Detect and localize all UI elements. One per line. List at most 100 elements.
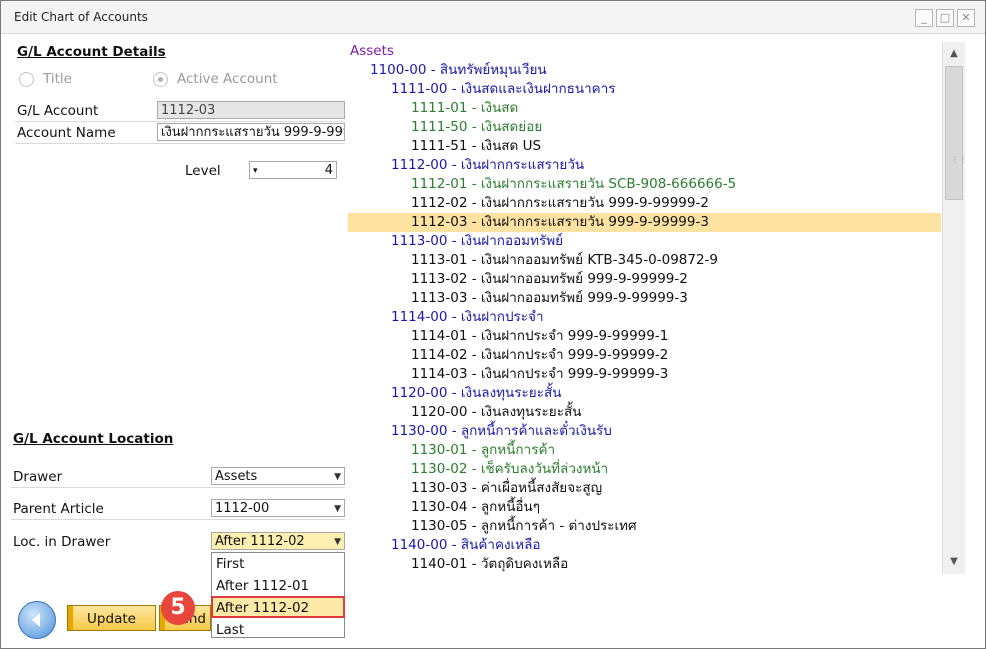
chevron-down-icon[interactable]: ▼	[334, 468, 341, 484]
tree-item-label: 1113-03 - เงินฝากออมทรัพย์ 999-9-99999-3	[411, 290, 688, 306]
tree-row[interactable]: 1140-01 - วัตถุดิบคงเหลือ	[348, 555, 941, 574]
tree-row[interactable]: 1120-00 - เงินลงทุนระยะสั้น	[348, 403, 941, 422]
active-account-radio[interactable]	[153, 72, 168, 87]
close-button[interactable]: ✕	[957, 9, 975, 27]
update-button-label: Update	[87, 611, 136, 627]
tree-row[interactable]: 1111-51 - เงินสด US	[348, 137, 941, 156]
back-arrow-glyph	[32, 613, 40, 627]
tree-row-selected[interactable]: 1112-03 - เงินฝากกระแสรายวัน 999-9-99999…	[348, 213, 941, 232]
maximize-button[interactable]: □	[936, 9, 954, 27]
chevron-down-icon[interactable]: ▼	[334, 500, 341, 516]
gl-account-field[interactable]: 1112-03	[157, 101, 345, 119]
drawer-label: Drawer	[13, 469, 63, 485]
drawer-value: Assets	[215, 469, 258, 484]
tree-row[interactable]: 1112-00 - เงินฝากกระแสรายวัน	[348, 156, 941, 175]
divider	[15, 121, 345, 122]
tree-item-label: 1130-04 - ลูกหนี้อื่นๆ	[411, 499, 541, 515]
tree-item-label: 1114-02 - เงินฝากประจำ 999-9-99999-2	[411, 347, 669, 363]
tree-item-label: 1140-01 - วัตถุดิบคงเหลือ	[411, 556, 569, 572]
loc-in-drawer-value: After 1112-02	[215, 534, 305, 549]
update-button[interactable]: Update	[67, 605, 156, 631]
tree-item-label: 1130-05 - ลูกหนี้การค้า - ต่างประเทศ	[411, 518, 637, 534]
tree-item-label: 1111-00 - เงินสดและเงินฝากธนาคาร	[391, 81, 616, 97]
divider	[11, 519, 345, 520]
account-name-field[interactable]: เงินฝากกระแสรายวัน 999-9-999	[157, 123, 345, 141]
tree-row[interactable]: Assets	[348, 42, 941, 61]
tree-row[interactable]: 1140-00 - สินค้าคงเหลือ	[348, 536, 941, 555]
tree-row[interactable]: 1130-01 - ลูกหนี้การค้า	[348, 441, 941, 460]
tree-row[interactable]: 1113-03 - เงินฝากออมทรัพย์ 999-9-99999-3	[348, 289, 941, 308]
tree-row[interactable]: 1113-01 - เงินฝากออมทรัพย์ KTB-345-0-098…	[348, 251, 941, 270]
tree-item-label: 1114-01 - เงินฝากประจำ 999-9-99999-1	[411, 328, 669, 344]
gl-account-label: G/L Account	[17, 103, 99, 119]
tree-row[interactable]: 1113-00 - เงินฝากออมทรัพย์	[348, 232, 941, 251]
parent-article-value: 1112-00	[215, 501, 270, 516]
scroll-down-icon[interactable]: ▼	[944, 552, 964, 572]
tree-item-label: 1114-00 - เงินฝากประจำ	[391, 309, 544, 325]
tree-row[interactable]: 1113-02 - เงินฝากออมทรัพย์ 999-9-99999-2	[348, 270, 941, 289]
tree-row[interactable]: 1112-02 - เงินฝากกระแสรายวัน 999-9-99999…	[348, 194, 941, 213]
dropdown-option[interactable]: Last	[216, 622, 244, 638]
location-heading: G/L Account Location	[13, 431, 174, 447]
tree-row[interactable]: 1130-05 - ลูกหนี้การค้า - ต่างประเทศ	[348, 517, 941, 536]
level-field[interactable]: ▾ 4	[249, 161, 337, 179]
dropdown-option[interactable]: First	[216, 556, 244, 572]
tree-item-label: 1130-01 - ลูกหนี้การค้า	[411, 442, 556, 458]
tree-item-label: Assets	[350, 43, 394, 59]
tree-row[interactable]: 1112-01 - เงินฝากกระแสรายวัน SCB-908-666…	[348, 175, 941, 194]
tree-item-label: 1120-00 - เงินลงทุนระยะสั้น	[391, 385, 562, 401]
loc-in-drawer-label: Loc. in Drawer	[13, 534, 111, 550]
tree-item-label: 1113-01 - เงินฝากออมทรัพย์ KTB-345-0-098…	[411, 252, 719, 268]
tree-row[interactable]: 1111-00 - เงินสดและเงินฝากธนาคาร	[348, 80, 941, 99]
scroll-up-icon[interactable]: ▲	[944, 44, 964, 64]
level-dropdown-icon[interactable]: ▾	[253, 162, 258, 178]
parent-article-select[interactable]: 1112-00 ▼	[211, 499, 345, 517]
title-bar: Edit Chart of Accounts _ □ ✕	[1, 1, 985, 34]
tree-row[interactable]: 1100-00 - สินทรัพย์หมุนเวียน	[348, 61, 941, 80]
tree-row[interactable]: 1114-02 - เงินฝากประจำ 999-9-99999-2	[348, 346, 941, 365]
tree-row[interactable]: 1130-03 - ค่าเผื่อหนี้สงสัยจะสูญ	[348, 479, 941, 498]
title-radio[interactable]	[19, 72, 34, 87]
drawer-select[interactable]: Assets ▼	[211, 467, 345, 485]
level-value: 4	[324, 163, 333, 178]
chevron-down-icon[interactable]: ▼	[334, 533, 341, 549]
active-account-radio-label: Active Account	[177, 71, 278, 87]
tree-row[interactable]: 1130-04 - ลูกหนี้อื่นๆ	[348, 498, 941, 517]
chart-of-accounts-tree[interactable]: Assets 1100-00 - สินทรัพย์หมุนเวียน 1111-0…	[348, 42, 941, 574]
level-label: Level	[185, 163, 221, 179]
tree-row[interactable]: 1120-00 - เงินลงทุนระยะสั้น	[348, 384, 941, 403]
radio-selected-dot	[158, 77, 163, 82]
button-accent	[68, 606, 73, 630]
tree-item-label: 1114-03 - เงินฝากประจำ 999-9-99999-3	[411, 366, 669, 382]
tree-row[interactable]: 1114-00 - เงินฝากประจำ	[348, 308, 941, 327]
loc-in-drawer-dropdown: First After 1112-01 After 1112-02 Last	[211, 552, 345, 638]
scroll-thumb[interactable]: ⋮⋮	[945, 66, 967, 200]
tree-item-label: 1113-00 - เงินฝากออมทรัพย์	[391, 233, 564, 249]
tree-item-label: 1111-50 - เงินสดย่อย	[411, 119, 543, 135]
tree-item-label: 1112-00 - เงินฝากกระแสรายวัน	[391, 157, 585, 173]
tree-row[interactable]: 1130-00 - ลูกหนี้การค้าและตั๋วเงินรับ	[348, 422, 941, 441]
dropdown-option-selected[interactable]: After 1112-02	[216, 600, 309, 616]
account-name-label: Account Name	[17, 125, 116, 141]
tree-item-label: 1130-00 - ลูกหนี้การค้าและตั๋วเงินรับ	[391, 423, 612, 439]
loc-in-drawer-select[interactable]: After 1112-02 ▼	[211, 532, 345, 550]
dropdown-option[interactable]: After 1112-01	[216, 578, 309, 594]
tree-row[interactable]: 1111-50 - เงินสดย่อย	[348, 118, 941, 137]
tree-row[interactable]: 1114-03 - เงินฝากประจำ 999-9-99999-3	[348, 365, 941, 384]
parent-article-label: Parent Article	[13, 501, 104, 517]
tree-item-label: 1112-02 - เงินฝากกระแสรายวัน 999-9-99999…	[411, 195, 709, 211]
tree-item-label: 1113-02 - เงินฝากออมทรัพย์ 999-9-99999-2	[411, 271, 688, 287]
details-heading: G/L Account Details	[17, 44, 166, 60]
tree-scrollbar[interactable]: ▲ ⋮⋮ ▼	[942, 42, 967, 574]
minimize-button[interactable]: _	[915, 9, 933, 27]
window-title: Edit Chart of Accounts	[14, 10, 148, 24]
tree-item-label: 1130-03 - ค่าเผื่อหนี้สงสัยจะสูญ	[411, 480, 603, 496]
back-arrow-icon[interactable]	[18, 601, 56, 639]
tree-item-label: 1140-00 - สินค้าคงเหลือ	[391, 537, 541, 553]
tree-row[interactable]: 1114-01 - เงินฝากประจำ 999-9-99999-1	[348, 327, 941, 346]
tree-row[interactable]: 1130-02 - เช็ครับลงวันที่ล่วงหน้า	[348, 460, 941, 479]
divider	[15, 143, 345, 144]
tree-item-label: 1112-01 - เงินฝากกระแสรายวัน SCB-908-666…	[411, 176, 737, 192]
tree-row[interactable]: 1111-01 - เงินสด	[348, 99, 941, 118]
edit-chart-of-accounts-window: Edit Chart of Accounts _ □ ✕ G/L Account…	[0, 0, 986, 649]
